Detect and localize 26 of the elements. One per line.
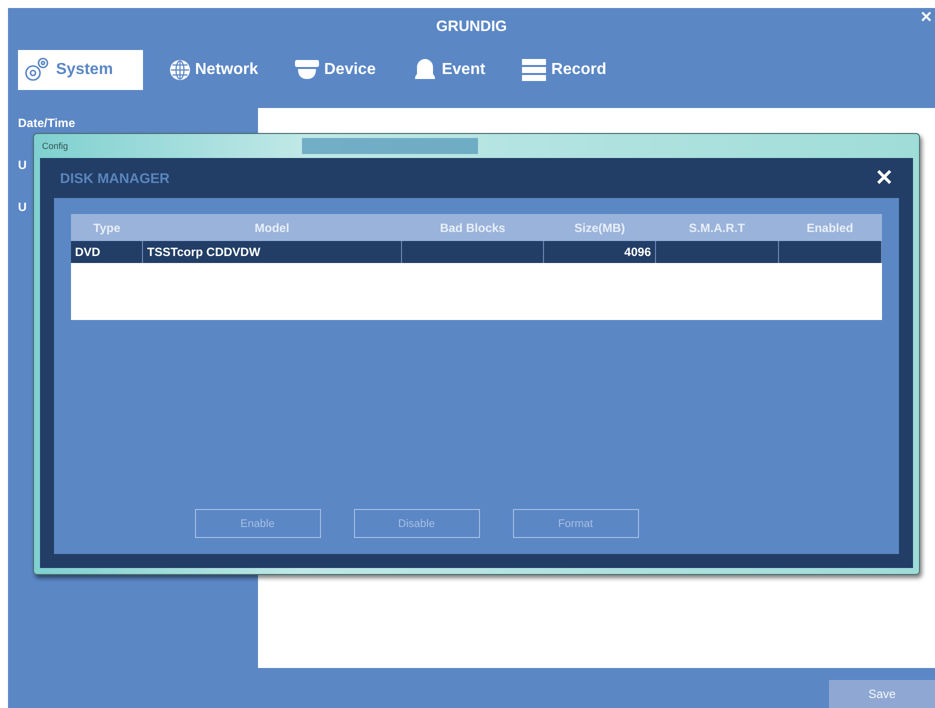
column-header: Bad Blocks [401, 214, 544, 241]
tab[interactable]: Event [408, 50, 496, 90]
dialog-title: DISK MANAGER [59, 170, 170, 186]
sidebar-item[interactable]: U [18, 200, 27, 214]
column-header: Enabled [778, 214, 882, 241]
column-header: Size(MB) [544, 214, 656, 241]
dome-camera-icon [294, 58, 320, 82]
tab[interactable]: System [18, 50, 143, 90]
column-header: Model [142, 214, 402, 241]
sidebar-item[interactable]: U [18, 158, 27, 172]
config-window-title: Config [41, 141, 68, 151]
table-cell: TSSTcorp CDDVDW [142, 241, 402, 263]
tab[interactable]: Device [290, 50, 386, 90]
list-icon [521, 57, 548, 83]
window-title: GRUNDIG [436, 18, 507, 34]
table-cell: DVD [71, 241, 143, 263]
column-header: Type [71, 214, 143, 241]
table-row[interactable]: DVD TSSTcorp CDDVDW 4096 [71, 241, 882, 263]
table-cell: 4096 [544, 241, 656, 263]
close-button[interactable]: ✕ [875, 165, 899, 191]
column-header: S.M.A.R.T [656, 214, 778, 241]
tab[interactable]: Record [517, 50, 616, 90]
tab[interactable]: Network [165, 50, 268, 90]
globe-icon [169, 59, 191, 81]
close-button[interactable]: ✕ [920, 10, 933, 25]
sidebar-heading: Date/Time [18, 116, 76, 130]
